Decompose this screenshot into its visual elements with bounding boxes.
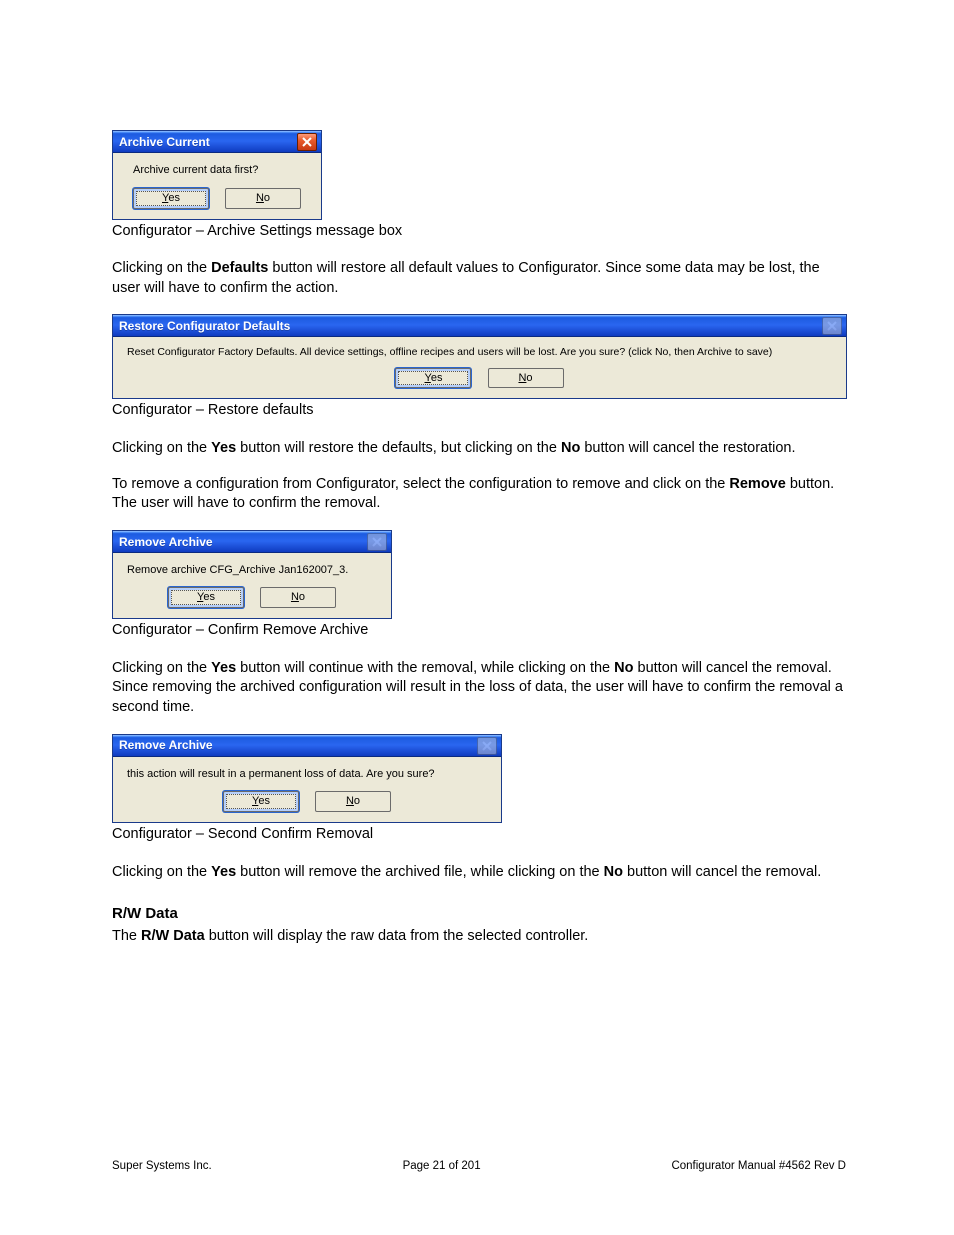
dialog-title: Archive Current bbox=[119, 134, 297, 150]
dialog-archive-current: Archive Current Archive current data fir… bbox=[112, 130, 846, 222]
caption-archive: Configurator – Archive Settings message … bbox=[112, 222, 846, 242]
caption-confirm-remove: Configurator – Confirm Remove Archive bbox=[112, 621, 846, 641]
yes-button[interactable]: Yes bbox=[395, 368, 471, 389]
dialog-remove-archive-2: Remove Archive this action will result i… bbox=[112, 734, 846, 826]
footer-center: Page 21 of 201 bbox=[403, 1159, 481, 1175]
dialog-title: Restore Configurator Defaults bbox=[119, 318, 822, 334]
para-remove-intro: To remove a configuration from Configura… bbox=[112, 475, 846, 514]
close-icon[interactable] bbox=[297, 133, 317, 151]
dialog-title: Remove Archive bbox=[119, 737, 477, 753]
yes-button[interactable]: Yes bbox=[223, 791, 299, 812]
yes-button[interactable]: Yes bbox=[168, 587, 244, 608]
titlebar: Remove Archive bbox=[113, 531, 391, 553]
titlebar: Restore Configurator Defaults bbox=[113, 315, 846, 337]
para-yes-no-restore: Clicking on the Yes button will restore … bbox=[112, 439, 846, 459]
caption-restore: Configurator – Restore defaults bbox=[112, 401, 846, 421]
no-button[interactable]: No bbox=[260, 587, 336, 608]
dialog-message: this action will result in a permanent l… bbox=[113, 757, 501, 788]
dialog-restore-defaults: Restore Configurator Defaults Reset Conf… bbox=[112, 314, 846, 401]
dialog-message: Reset Configurator Factory Defaults. All… bbox=[113, 337, 846, 363]
heading-rw-data: R/W Data bbox=[112, 904, 846, 924]
no-button[interactable]: No bbox=[488, 368, 564, 389]
close-icon[interactable] bbox=[367, 533, 387, 551]
no-button[interactable]: No bbox=[225, 188, 301, 209]
titlebar: Remove Archive bbox=[113, 735, 501, 757]
dialog-title: Remove Archive bbox=[119, 534, 367, 550]
no-button[interactable]: No bbox=[315, 791, 391, 812]
para-defaults: Clicking on the Defaults button will res… bbox=[112, 259, 846, 298]
caption-second-confirm: Configurator – Second Confirm Removal bbox=[112, 825, 846, 845]
close-icon[interactable] bbox=[822, 317, 842, 335]
para-yes-no-remove: Clicking on the Yes button will continue… bbox=[112, 659, 846, 718]
para-yes-no-remove-final: Clicking on the Yes button will remove t… bbox=[112, 863, 846, 883]
footer-right: Configurator Manual #4562 Rev D bbox=[671, 1159, 846, 1175]
dialog-remove-archive-1: Remove Archive Remove archive CFG_Archiv… bbox=[112, 530, 846, 622]
yes-button[interactable]: Yes bbox=[133, 188, 209, 209]
titlebar: Archive Current bbox=[113, 131, 321, 153]
para-rw-data: The R/W Data button will display the raw… bbox=[112, 927, 846, 947]
page-footer: Super Systems Inc. Page 21 of 201 Config… bbox=[112, 1159, 846, 1175]
dialog-message: Archive current data first? bbox=[113, 153, 321, 184]
dialog-message: Remove archive CFG_Archive Jan162007_3. bbox=[113, 553, 391, 584]
close-icon[interactable] bbox=[477, 737, 497, 755]
footer-left: Super Systems Inc. bbox=[112, 1159, 212, 1175]
